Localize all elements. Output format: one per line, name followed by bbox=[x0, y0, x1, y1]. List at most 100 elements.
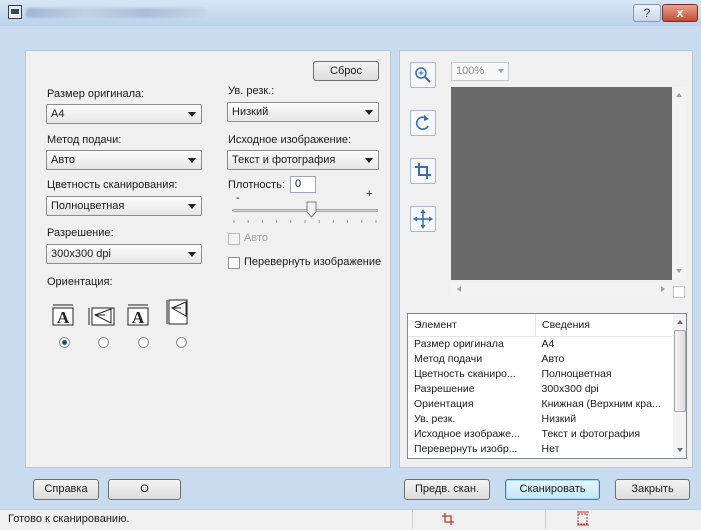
chevron-down-icon bbox=[365, 158, 373, 163]
info-row[interactable]: Ув. резк. Низкий bbox=[408, 411, 672, 426]
scanner-app-icon bbox=[8, 5, 22, 19]
portrait-orientation-icon[interactable]: A bbox=[51, 302, 77, 327]
info-row-details: Низкий bbox=[541, 412, 577, 425]
auto-label: Авто bbox=[244, 232, 268, 244]
scroll-right-icon[interactable] bbox=[661, 286, 665, 292]
status-divider-1 bbox=[412, 510, 413, 529]
zoom-select[interactable]: 100% bbox=[451, 62, 509, 81]
sharpness-select[interactable]: Низкий bbox=[227, 102, 379, 122]
status-divider-2 bbox=[545, 510, 546, 529]
orientation-label: Ориентация: bbox=[47, 276, 113, 288]
info-row-element: Ориентация bbox=[414, 397, 474, 410]
preview-area[interactable] bbox=[451, 87, 672, 280]
chevron-down-icon bbox=[188, 158, 196, 163]
window-help-button[interactable]: ? bbox=[633, 4, 661, 22]
scan-button[interactable]: Сканировать bbox=[505, 479, 600, 500]
info-row[interactable]: Перевернуть изобр... Нет bbox=[408, 441, 672, 456]
preview-horizontal-scrollbar[interactable] bbox=[451, 283, 672, 296]
info-table: Элемент Сведения Размер оригинала A4 Метод… bbox=[408, 314, 672, 456]
density-minus-label: - bbox=[236, 192, 240, 204]
info-row[interactable]: Метод подачи Авто bbox=[408, 351, 672, 366]
svg-text:A: A bbox=[57, 308, 70, 326]
rotate-icon[interactable] bbox=[410, 110, 436, 136]
orientation-radio-4[interactable] bbox=[176, 337, 187, 348]
preview-vertical-scrollbar[interactable] bbox=[673, 87, 686, 280]
scroll-left-icon[interactable] bbox=[457, 286, 461, 292]
feed-method-select[interactable]: Авто bbox=[46, 150, 202, 170]
info-list-scrollbar[interactable] bbox=[673, 314, 686, 458]
scroll-up-icon[interactable] bbox=[677, 320, 683, 324]
info-row-details: Авто bbox=[541, 352, 565, 365]
portrait-orientation-alt-icon[interactable]: A bbox=[126, 302, 152, 327]
chevron-down-icon bbox=[188, 112, 196, 117]
chevron-down-icon bbox=[498, 69, 504, 73]
landscape-orientation-icon[interactable] bbox=[87, 302, 115, 326]
color-mode-value: Полноцветная bbox=[51, 200, 125, 212]
status-text: Готово к сканированию. bbox=[8, 513, 130, 525]
resolution-select[interactable]: 300x300 dpi bbox=[46, 244, 202, 264]
window-close-button[interactable]: x bbox=[662, 4, 698, 22]
color-mode-label: Цветность сканирования: bbox=[47, 179, 178, 191]
scroll-thumb[interactable] bbox=[674, 330, 686, 412]
density-slider-thumb[interactable] bbox=[306, 201, 317, 218]
sharpness-value: Низкий bbox=[232, 106, 269, 118]
landscape-orientation-alt-icon[interactable] bbox=[166, 298, 192, 325]
auto-checkbox[interactable] bbox=[228, 233, 240, 245]
source-image-value: Текст и фотография bbox=[232, 154, 336, 166]
rotate-image-checkbox[interactable] bbox=[228, 257, 240, 269]
close-button[interactable]: Закрыть bbox=[615, 479, 690, 500]
info-row-element: Исходное изображе... bbox=[414, 427, 520, 440]
info-row-element: Размер оригинала bbox=[414, 337, 504, 350]
feed-method-label: Метод подачи: bbox=[47, 134, 122, 146]
info-row-details: Книжная (Верхним кра... bbox=[541, 397, 661, 410]
density-plus-label: + bbox=[366, 188, 373, 200]
info-header-row: Элемент Сведения bbox=[408, 314, 672, 337]
density-value-box[interactable]: 0 bbox=[290, 176, 316, 193]
info-row-element: Ув. резк. bbox=[414, 412, 456, 425]
info-header-element[interactable]: Элемент bbox=[408, 314, 536, 337]
color-mode-select[interactable]: Полноцветная bbox=[46, 196, 202, 216]
info-row-details: A4 bbox=[541, 337, 555, 350]
info-list[interactable]: Элемент Сведения Размер оригинала A4 Метод… bbox=[407, 313, 687, 459]
chevron-down-icon bbox=[188, 204, 196, 209]
info-row[interactable]: Ориентация Книжная (Верхним кра... bbox=[408, 396, 672, 411]
resolution-value: 300x300 dpi bbox=[51, 248, 111, 260]
scroll-down-icon[interactable] bbox=[676, 269, 682, 273]
info-row[interactable]: Размер оригинала A4 bbox=[408, 336, 672, 351]
info-row[interactable]: Разрешение 300x300 dpi bbox=[408, 381, 672, 396]
orientation-radio-3[interactable] bbox=[138, 337, 149, 348]
info-row-element: Разрешение bbox=[414, 382, 475, 395]
orientation-radio-1[interactable] bbox=[59, 337, 70, 348]
rotate-image-label: Перевернуть изображение bbox=[244, 256, 382, 268]
info-row[interactable]: Цветность сканиро... Полноцветная bbox=[408, 366, 672, 381]
original-size-label: Размер оригинала: bbox=[47, 88, 145, 100]
density-label: Плотность: bbox=[228, 179, 285, 191]
about-button[interactable]: О bbox=[108, 479, 181, 500]
source-image-select[interactable]: Текст и фотография bbox=[227, 150, 379, 170]
scroll-down-icon[interactable] bbox=[677, 448, 683, 452]
resolution-label: Разрешение: bbox=[47, 227, 114, 239]
chevron-down-icon bbox=[365, 110, 373, 115]
info-header-details[interactable]: Сведения bbox=[535, 314, 672, 337]
density-value: 0 bbox=[295, 178, 302, 190]
prescan-button[interactable]: Предв. скан. bbox=[404, 479, 490, 500]
zoom-value: 100% bbox=[456, 65, 485, 77]
info-row-details: 300x300 dpi bbox=[541, 382, 599, 395]
orientation-radio-2[interactable] bbox=[98, 337, 109, 348]
reset-button[interactable]: Сброс bbox=[313, 61, 379, 81]
info-row-details: Полноцветная bbox=[541, 367, 612, 380]
info-row-details: Нет bbox=[541, 442, 560, 455]
page-size-status-icon bbox=[576, 511, 590, 529]
move-icon[interactable] bbox=[410, 206, 436, 232]
info-row-details: Текст и фотография bbox=[541, 427, 641, 440]
scroll-up-icon[interactable] bbox=[676, 93, 682, 97]
info-row-element: Метод подачи bbox=[414, 352, 483, 365]
zoom-in-icon[interactable] bbox=[410, 62, 436, 88]
crop-icon[interactable] bbox=[410, 158, 436, 184]
original-size-select[interactable]: A4 bbox=[46, 104, 202, 124]
info-row[interactable]: Исходное изображе... Текст и фотография bbox=[408, 426, 672, 441]
help-button[interactable]: Справка bbox=[33, 479, 99, 500]
original-size-value: A4 bbox=[51, 108, 65, 120]
chevron-down-icon bbox=[188, 252, 196, 257]
info-row-element: Перевернуть изобр... bbox=[414, 442, 518, 455]
